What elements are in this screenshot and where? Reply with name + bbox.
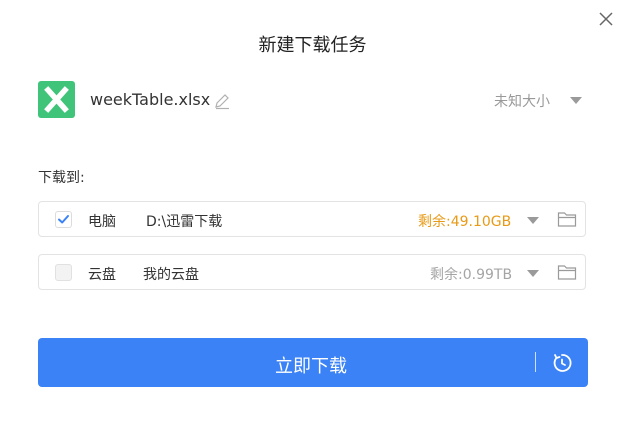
free-space-label: 剩余:49.10GB (418, 214, 512, 230)
chevron-down-icon[interactable] (568, 93, 584, 107)
target-path: 我的云盘 (143, 267, 199, 283)
schedule-clock-icon[interactable] (551, 352, 573, 374)
close-icon[interactable] (596, 9, 616, 29)
chevron-down-icon[interactable] (525, 213, 541, 227)
new-download-dialog: 新建下载任务 weekTable.xlsx 未知大小 下载到: 电脑 D:\迅雷… (0, 0, 625, 425)
chevron-down-icon[interactable] (525, 266, 541, 280)
excel-file-icon (38, 81, 75, 118)
edit-pencil-icon[interactable] (213, 92, 231, 110)
computer-checkbox[interactable] (55, 211, 72, 228)
target-row-computer[interactable]: 电脑 D:\迅雷下载 剩余:49.10GB (38, 201, 586, 237)
cloud-checkbox[interactable] (55, 264, 72, 281)
save-to-label: 下载到: (38, 170, 85, 186)
checkmark-icon (58, 215, 69, 224)
download-now-button[interactable]: 立即下载 (38, 338, 588, 387)
target-name: 云盘 (88, 267, 116, 283)
folder-icon[interactable] (557, 210, 577, 228)
target-path: D:\迅雷下载 (146, 214, 223, 230)
download-button-label: 立即下载 (275, 356, 347, 377)
dialog-title: 新建下载任务 (258, 35, 367, 56)
target-name: 电脑 (88, 214, 116, 230)
button-divider (535, 352, 536, 372)
file-name: weekTable.xlsx (90, 90, 211, 109)
target-row-cloud[interactable]: 云盘 我的云盘 剩余:0.99TB (38, 254, 586, 290)
file-size-label: 未知大小 (494, 94, 550, 110)
folder-icon[interactable] (557, 263, 577, 281)
free-space-label: 剩余:0.99TB (430, 267, 513, 283)
